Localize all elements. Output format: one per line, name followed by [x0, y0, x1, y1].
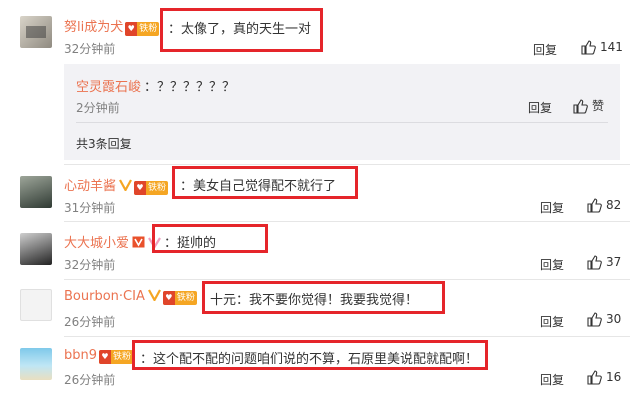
highlight-box [202, 281, 445, 314]
sub-timestamp: 2分钟前 [76, 101, 120, 115]
like-button[interactable]: 16 [586, 369, 621, 385]
commenter-name[interactable]: 心动羊酱 ♥ 铁粉 [64, 175, 169, 195]
reply-button[interactable]: 回复 [540, 371, 564, 388]
fan-badge: ♥ 铁粉 [99, 350, 134, 364]
reply-button[interactable]: 回复 [533, 41, 557, 58]
thumbs-up-icon [581, 40, 596, 55]
comment-2: 心动羊酱 ♥ 铁粉 ：美女自己觉得配不就行了 31分钟前 回复 82 [0, 164, 640, 218]
highlight-box [152, 224, 268, 253]
thumbs-up-icon [587, 198, 602, 213]
reply-button[interactable]: 回复 [540, 256, 564, 273]
timestamp: 26分钟前 [64, 315, 116, 329]
avatar[interactable] [20, 233, 52, 265]
comment-4: Bourbon·CIA ♥ 铁粉 十元：我不要你觉得！我要我觉得！ 26分钟前 回复… [0, 279, 640, 333]
more-replies-link[interactable]: 共3条回复 [76, 135, 132, 152]
commenter-name[interactable]: Bourbon·CIA ♥ 铁粉 [64, 289, 197, 305]
thumbs-up-icon [587, 255, 602, 270]
fan-badge: ♥ 铁粉 [125, 22, 160, 36]
thumbs-up-icon [587, 312, 602, 327]
timestamp: 26分钟前 [64, 373, 116, 387]
verified-icon [147, 289, 161, 301]
commenter-name[interactable]: 努li成为犬 ♥ 铁粉 [64, 16, 160, 36]
sub-commenter-name[interactable]: 空灵霞石峻 [76, 76, 141, 95]
reply-button[interactable]: 回复 [540, 313, 564, 330]
like-button[interactable]: 141 [580, 39, 623, 55]
comment-5: bbn9 ♥ 铁粉 ：这个配不配的问题咱们说的不算，石原里美说配就配啊！ 26分钟前… [0, 336, 640, 406]
fan-badge: ♥ 铁粉 [134, 181, 169, 195]
timestamp: 32分钟前 [64, 42, 116, 56]
reply-button[interactable]: 回复 [540, 199, 564, 216]
verified-icon [132, 236, 145, 248]
thumbs-up-icon [573, 98, 588, 114]
comment-1: 努li成为犬 ♥ 铁粉 ：太像了，真的天生一对 32分钟前 回复 141 [0, 0, 640, 64]
sub-comment-text: ：？？？？？？ [144, 80, 236, 95]
avatar[interactable] [20, 348, 52, 380]
like-button[interactable]: 82 [586, 197, 621, 213]
sub-replies: 空灵霞石峻 ：？？？？？？ 2分钟前 回复 赞 共3条回复 [64, 64, 620, 160]
avatar[interactable] [20, 176, 52, 208]
thumbs-up-icon [587, 370, 602, 385]
like-button[interactable]: 37 [586, 254, 621, 270]
timestamp: 31分钟前 [64, 201, 116, 215]
commenter-name[interactable]: 大大城小爱 [64, 232, 161, 251]
highlight-box [172, 166, 358, 199]
divider [76, 122, 608, 123]
highlight-box [160, 8, 323, 52]
fan-badge: ♥ 铁粉 [162, 291, 197, 305]
commenter-name[interactable]: bbn9 ♥ 铁粉 [64, 348, 134, 364]
avatar[interactable] [20, 16, 52, 48]
comment-3: 大大城小爱 ：挺帅的 32分钟前 回复 37 [0, 221, 640, 275]
avatar[interactable] [20, 289, 52, 321]
verified-icon [119, 179, 132, 191]
sub-reply-button[interactable]: 回复 [528, 99, 552, 116]
like-button[interactable]: 30 [586, 311, 621, 327]
highlight-box [132, 340, 488, 370]
timestamp: 32分钟前 [64, 258, 116, 272]
sub-like-button[interactable]: 赞 [572, 97, 604, 114]
